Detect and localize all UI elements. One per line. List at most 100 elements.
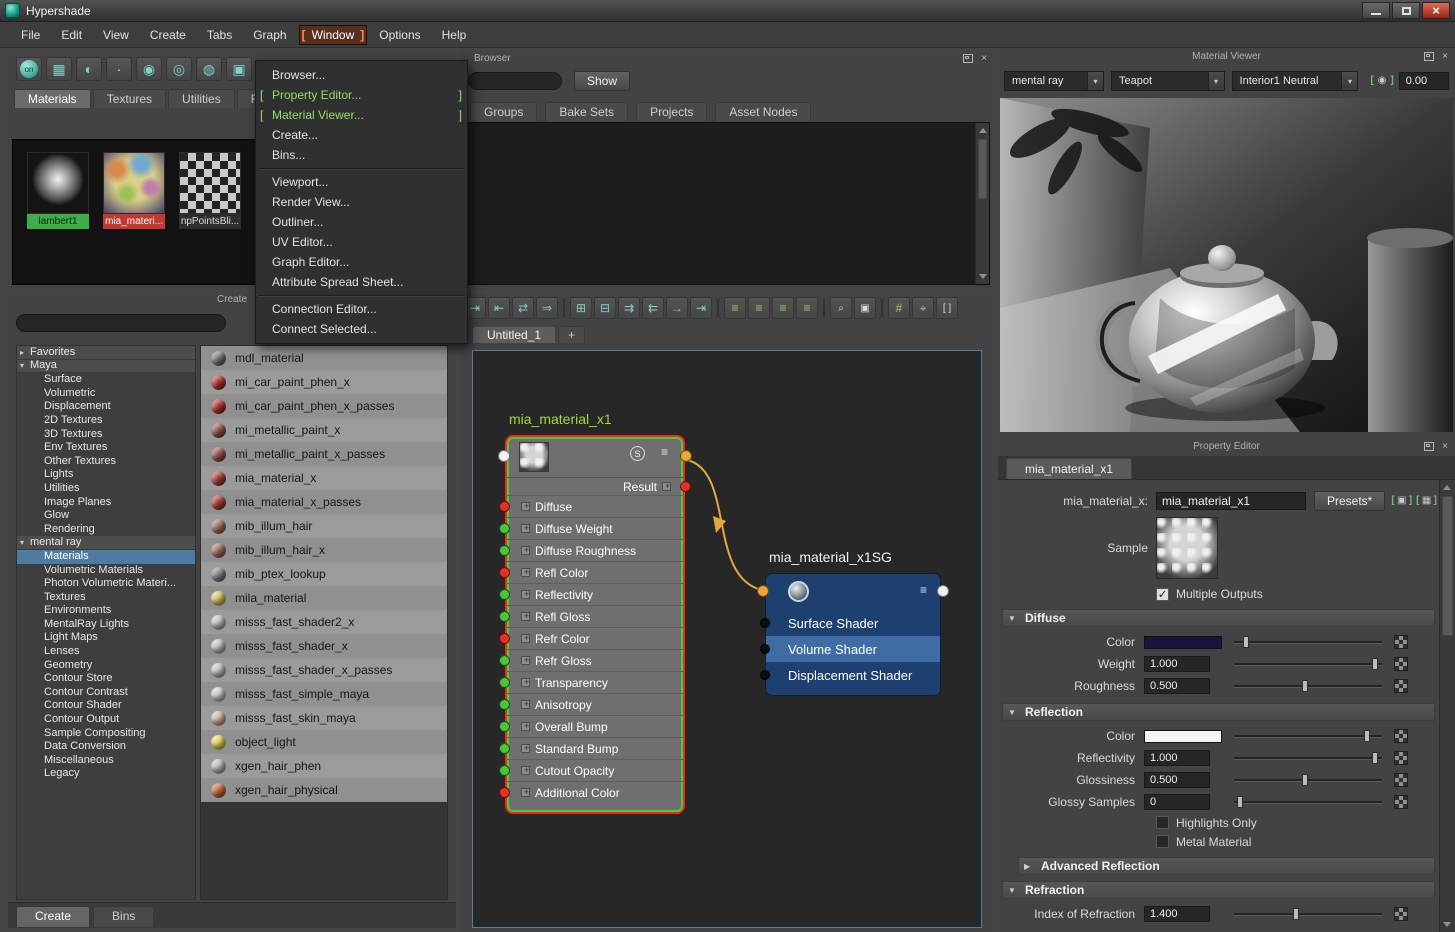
slider-handle[interactable] <box>1293 908 1299 920</box>
node-attribute-row[interactable]: Surface Shader <box>766 610 940 636</box>
browser-scrollbar[interactable] <box>975 123 989 284</box>
node-editor-toolbar-icon[interactable]: ⇇ <box>642 297 664 319</box>
node-attribute-row[interactable]: Transparency <box>507 671 683 693</box>
node-editor-toolbar-icon[interactable]: ≡ <box>796 297 818 319</box>
attribute-input-port[interactable] <box>499 633 510 644</box>
node-editor-toolbar-icon[interactable]: ⇥ <box>690 297 712 319</box>
node-attribute-row[interactable]: Refl Gloss <box>507 605 683 627</box>
node-type-list-item[interactable]: mia_material_x_passes <box>201 490 447 514</box>
attribute-input-port[interactable] <box>499 589 510 600</box>
node-type-list-item[interactable]: mi_metallic_paint_x <box>201 418 447 442</box>
browser-tab[interactable]: Projects <box>636 102 707 121</box>
close-panel-icon[interactable]: × <box>1439 51 1451 63</box>
attribute-input-port[interactable] <box>499 545 510 556</box>
swatch-toolbar-icon[interactable]: on <box>16 57 42 81</box>
float-panel-icon[interactable] <box>1424 52 1434 61</box>
menu-item[interactable]: Create <box>141 25 195 45</box>
tree-item[interactable]: Materials <box>17 550 195 564</box>
environment-dropdown[interactable]: Interior1 Neutral ▾ <box>1232 71 1359 91</box>
close-panel-icon[interactable]: × <box>1439 441 1451 453</box>
node-editor-toolbar-icon[interactable]: [ ] <box>936 297 958 319</box>
node-editor-toolbar-icon[interactable]: ≡ <box>748 297 770 319</box>
slider-handle[interactable] <box>1237 796 1243 808</box>
expand-attribute-icon[interactable] <box>521 524 530 533</box>
node-editor-toolbar-icon[interactable] <box>881 299 883 317</box>
maximize-button[interactable] <box>1392 2 1420 19</box>
tree-item[interactable]: Sample Compositing <box>17 727 195 741</box>
window-menu-item[interactable]: Graph Editor... <box>256 252 467 272</box>
tree-item[interactable]: MentalRay Lights <box>17 618 195 632</box>
expand-attribute-icon[interactable] <box>521 502 530 511</box>
browser-search-input[interactable] <box>468 72 562 90</box>
create-search-input[interactable] <box>16 314 226 332</box>
swatch-tab[interactable]: Utilities <box>168 89 235 108</box>
tree-disclosure-icon[interactable]: ▾ <box>20 536 30 550</box>
mia-material-node[interactable]: S ≡ Result Diffuse <box>505 435 685 814</box>
texture-map-button[interactable] <box>1394 679 1408 693</box>
float-panel-icon[interactable] <box>1424 442 1434 451</box>
show-in-graph-icon[interactable]: ▣ <box>1393 493 1410 509</box>
ior-field[interactable]: 1.400 <box>1144 906 1210 922</box>
node-menu-icon[interactable]: ≡ <box>661 445 669 459</box>
attribute-input-port[interactable] <box>499 611 510 622</box>
expand-attribute-icon[interactable] <box>521 744 530 753</box>
texture-map-button[interactable] <box>1394 751 1408 765</box>
material-swatch[interactable]: lambert1 <box>27 152 89 284</box>
node-type-list-item[interactable]: misss_fast_simple_maya <box>201 682 447 706</box>
swatch-toolbar-icon[interactable]: ◎ <box>166 57 192 81</box>
node-editor-toolbar-icon[interactable] <box>823 299 825 317</box>
expand-attribute-icon[interactable] <box>521 568 530 577</box>
tree-item[interactable]: Image Planes <box>17 496 195 510</box>
node-editor-toolbar-icon[interactable]: ⇄ <box>512 297 534 319</box>
node-attribute-row[interactable]: Standard Bump <box>507 737 683 759</box>
highlights-only-checkbox[interactable] <box>1156 816 1169 829</box>
node-output-port[interactable] <box>680 450 692 462</box>
expand-attribute-icon[interactable] <box>521 590 530 599</box>
section-expand-icon[interactable]: ▼ <box>1008 886 1018 895</box>
swatch-tab[interactable]: Materials <box>14 89 91 108</box>
node-type-list-item[interactable]: object_light <box>201 730 447 754</box>
attribute-input-port[interactable] <box>499 743 510 754</box>
reflection-section-header[interactable]: ▼ Reflection <box>1002 703 1435 721</box>
node-type-list-item[interactable]: mia_material_x <box>201 466 447 490</box>
chevron-down-icon[interactable]: ▾ <box>1341 72 1357 90</box>
window-menu-item[interactable]: Material Viewer... <box>256 105 467 125</box>
reflectivity-slider[interactable] <box>1234 751 1382 765</box>
tree-item[interactable]: Glow <box>17 509 195 523</box>
exposure-field[interactable]: 0.00 <box>1399 72 1449 90</box>
node-type-list-item[interactable]: misss_fast_shader_x_passes <box>201 658 447 682</box>
tree-disclosure-icon[interactable]: ▸ <box>20 346 30 360</box>
attribute-input-port[interactable] <box>760 670 770 680</box>
tree-item[interactable]: Contour Contrast <box>17 686 195 700</box>
node-editor-toolbar-icon[interactable]: → <box>666 297 688 319</box>
attribute-input-port[interactable] <box>499 699 510 710</box>
expand-attribute-icon[interactable] <box>521 612 530 621</box>
swatch-toolbar-icon[interactable]: ▣ <box>226 57 252 81</box>
window-menu-item[interactable]: UV Editor... <box>256 232 467 252</box>
texture-map-button[interactable] <box>1394 657 1408 671</box>
refresh-preview-icon[interactable]: ◉ <box>1372 73 1391 89</box>
weight-field[interactable]: 1.000 <box>1144 656 1210 672</box>
expand-attribute-icon[interactable] <box>521 700 530 709</box>
attribute-input-port[interactable] <box>499 523 510 534</box>
glossiness-field[interactable]: 0.500 <box>1144 772 1210 788</box>
close-panel-icon[interactable]: × <box>978 53 990 65</box>
expand-attribute-icon[interactable] <box>521 766 530 775</box>
menu-item[interactable]: View <box>94 25 138 45</box>
tree-item[interactable]: Utilities <box>17 482 195 496</box>
slider-handle[interactable] <box>1243 636 1249 648</box>
menu-item[interactable]: Window <box>299 25 368 45</box>
material-swatch[interactable]: mia_materi... <box>103 152 165 284</box>
node-graph-canvas[interactable]: mia_material_x1 S ≡ Result <box>472 350 982 928</box>
node-attribute-row[interactable]: Anisotropy <box>507 693 683 715</box>
texture-map-button[interactable] <box>1394 795 1408 809</box>
section-expand-icon[interactable]: ▼ <box>1008 708 1018 717</box>
expand-attribute-icon[interactable] <box>521 678 530 687</box>
node-editor-toolbar-icon[interactable]: ⌕ <box>830 297 852 319</box>
reflection-color-swatch[interactable] <box>1144 730 1222 743</box>
attribute-input-port[interactable] <box>499 567 510 578</box>
tree-item[interactable]: Env Textures <box>17 441 195 455</box>
node-attribute-row[interactable]: Refr Color <box>507 627 683 649</box>
window-menu-item[interactable]: Attribute Spread Sheet... <box>256 272 467 292</box>
node-attribute-row[interactable]: Volume Shader <box>766 636 940 662</box>
